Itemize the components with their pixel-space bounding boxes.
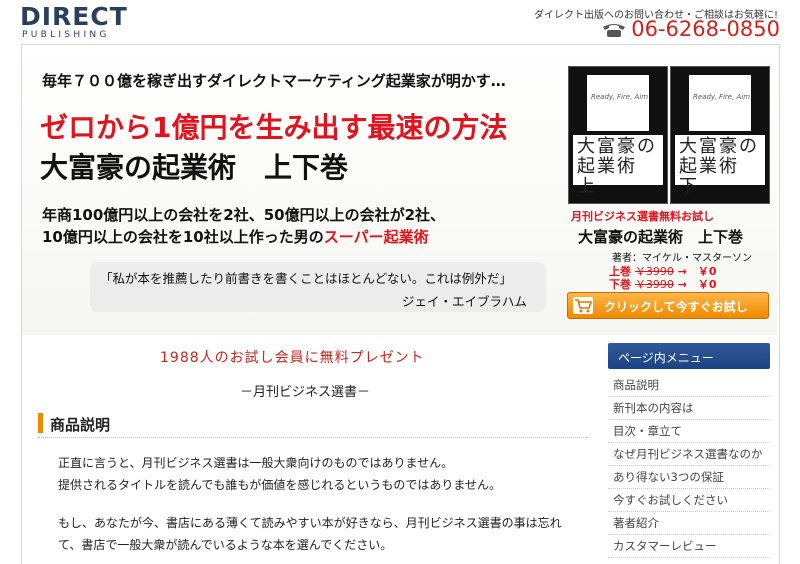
site-header: DIRECT PUBLISHING ダイレクト出版へのお問い合わせ・ご相談はお気…: [0, 0, 800, 44]
hero-tagline: 毎年７００億を稼ぎ出すダイレクトマーケティング起業家が明かす…: [42, 72, 506, 90]
section-accent-bar: [38, 413, 43, 433]
testimonial-quote: 「私が本を推薦したり前書きを書くことはほとんどない。これは例外だ」: [100, 271, 512, 286]
section-title: 商品説明: [50, 416, 111, 434]
try-now-label: クリックして今すぐお試し: [604, 300, 748, 314]
desc-prefix: 10億円以上の会社を10社以上作った男の: [42, 228, 324, 246]
menu-item-label: 新刊本の内容は: [613, 401, 694, 415]
trial-label: 月刊ビジネス選書無料お試し: [571, 210, 714, 223]
logo[interactable]: DIRECT: [20, 3, 128, 31]
menu-item-label: 著者紹介: [613, 516, 659, 530]
menu-item-label: 商品説明: [613, 378, 659, 392]
cover-band: 大富豪の起業術 上: [573, 135, 663, 197]
menu-item-label: カスタマーレビュー: [613, 539, 717, 553]
menu-item-label: なぜ月刊ビジネス選書なのか: [613, 447, 763, 461]
body-paragraph2-line1: もし、あなたが今、書店にある薄くて読みやすい本が好きなら、月刊ビジネス選書の事は…: [58, 516, 562, 530]
page-menu-title: ページ内メニュー: [618, 351, 714, 365]
hero-title-red: ゼロから1億円を生み出す最速の方法: [40, 111, 508, 144]
section-header: [38, 413, 588, 438]
price-label: 下巻: [609, 278, 631, 291]
body-paragraph1-line2: 提供されるタイトルを読んでも誰もが価値を感じれるというものではありません。: [58, 478, 502, 492]
cover-illustration: Ready, Fire, Aim: [689, 75, 751, 131]
cover-title: Ready, Fire, Aim: [591, 93, 649, 101]
cover-title: Ready, Fire, Aim: [693, 93, 751, 101]
book-cover-volume2[interactable]: Ready, Fire, Aim 大富豪の起業術 下: [670, 66, 770, 204]
cover-illustration: Ready, Fire, Aim: [587, 75, 649, 131]
hero-title: 大富豪の起業術 上下巻: [40, 151, 349, 184]
menu-item-label: 今すぐお試しください: [613, 493, 728, 507]
hero-description-line1: 年商100億円以上の会社を2社、50億円以上の会社が2社、: [42, 206, 446, 224]
offer-author: 著者：マイケル・マスターソン: [612, 253, 752, 264]
cover-blurb: [673, 187, 767, 201]
menu-item-reviews[interactable]: カスタマーレビュー: [608, 534, 770, 558]
try-now-button[interactable]: クリックして今すぐお試し: [567, 292, 769, 319]
logo-subtitle: PUBLISHING: [22, 30, 110, 40]
menu-item-label: あり得ない3つの保証: [613, 470, 724, 484]
menu-item-guarantee[interactable]: あり得ない3つの保証: [608, 465, 770, 489]
menu-item-author[interactable]: 著者紹介: [608, 511, 770, 535]
cart-icon-graphic: [575, 299, 593, 313]
cover-band: 大富豪の起業術 下: [675, 135, 765, 197]
body-paragraph1-line1: 正直に言うと、月刊ビジネス選書は一般大衆向けのものではありません。: [58, 456, 454, 470]
page-menu-heading: ページ内メニュー: [608, 343, 770, 369]
menu-item-why[interactable]: なぜ月刊ビジネス選書なのか: [608, 442, 770, 466]
menu-item-new-books[interactable]: 新刊本の内容は: [608, 396, 770, 420]
offer-title: 大富豪の起業術 上下巻: [578, 228, 744, 246]
price-new: → ￥0: [677, 278, 717, 291]
cart-icon: [573, 297, 593, 314]
cover-blurb: [571, 187, 665, 201]
testimonial-author: ジェイ・エイブラハム: [402, 294, 527, 309]
desc-highlight: スーパー起業術: [323, 228, 429, 246]
price-old: ￥3990: [634, 278, 674, 291]
menu-item-product-description[interactable]: 商品説明: [608, 373, 770, 397]
menu-item-label: 目次・章立て: [613, 424, 682, 438]
body-paragraph2-line2: て、書店で一般大衆が読んでいるような本を選んでください。: [58, 538, 393, 552]
telephone-icon: [603, 24, 626, 37]
phone-number: 06-6268-0850: [601, 17, 780, 41]
menu-item-try-now[interactable]: 今すぐお試しください: [608, 488, 770, 512]
magazine-name: －月刊ビジネス選書－: [240, 385, 371, 400]
phone-text: 06-6268-0850: [631, 17, 780, 41]
present-headline: 1988人のお試し会員に無料プレゼント: [160, 350, 425, 366]
book-cover-volume1[interactable]: Ready, Fire, Aim 大富豪の起業術 上: [568, 66, 668, 204]
menu-item-toc[interactable]: 目次・章立て: [608, 419, 770, 443]
hero-description-line2: 10億円以上の会社を10社以上作った男のスーパー起業術: [42, 226, 429, 247]
price-volume2: 下巻 ￥3990 → ￥0: [609, 276, 717, 292]
